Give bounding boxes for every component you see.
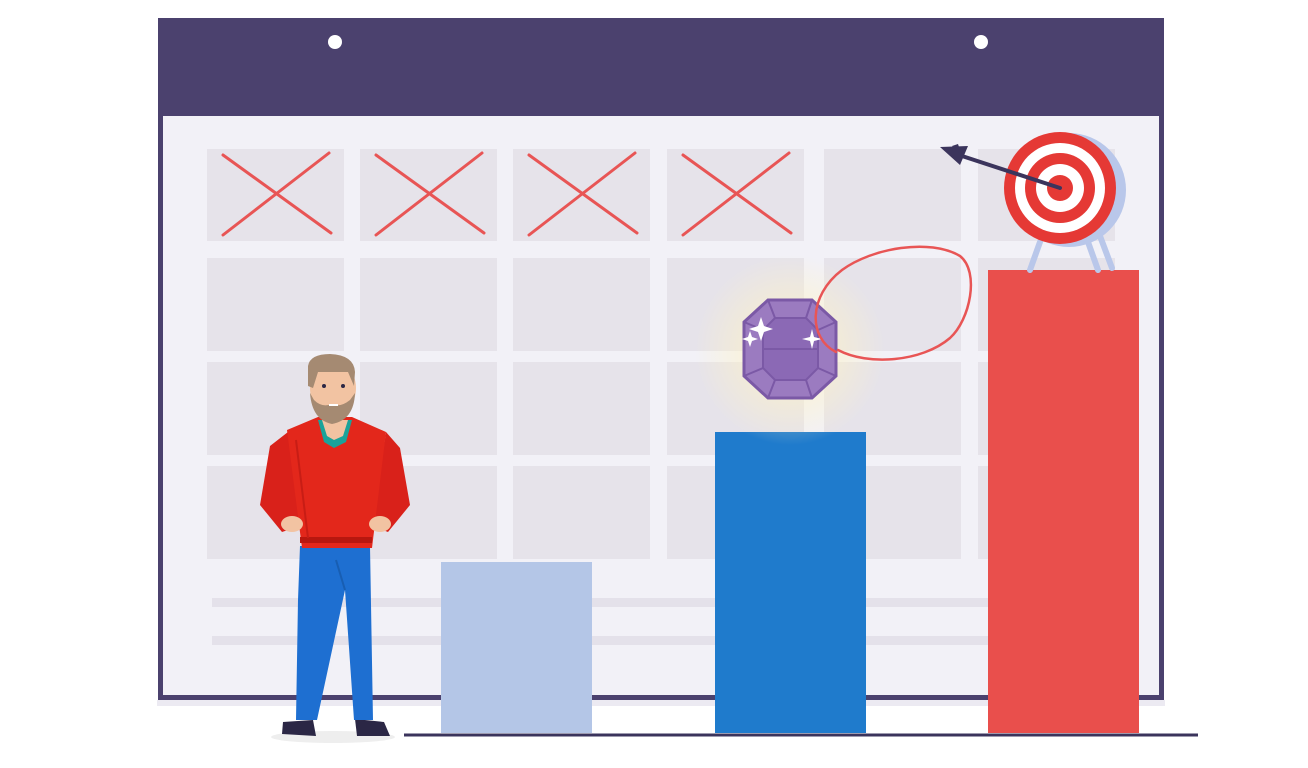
- progress-bar-3: [988, 270, 1139, 733]
- goal-calendar-illustration: [157, 18, 1198, 743]
- right-eye: [341, 384, 345, 388]
- left-eye: [322, 384, 326, 388]
- calendar-day-cell: [513, 258, 650, 351]
- calendar-day-cell: [824, 149, 961, 241]
- calendar-day-cell: [513, 362, 650, 455]
- progress-bar-2: [715, 432, 866, 733]
- calendar-ring-left: [328, 35, 342, 49]
- calendar-day-cell: [207, 258, 344, 351]
- calendar-day-cell: [360, 258, 497, 351]
- calendar-day-cell: [513, 466, 650, 559]
- gem-icon: [695, 255, 885, 445]
- calendar-ring-right: [974, 35, 988, 49]
- left-hand: [281, 516, 303, 532]
- right-shoe: [355, 719, 390, 736]
- left-shoe: [282, 720, 316, 736]
- progress-bar-1: [441, 562, 592, 733]
- right-hand: [369, 516, 391, 532]
